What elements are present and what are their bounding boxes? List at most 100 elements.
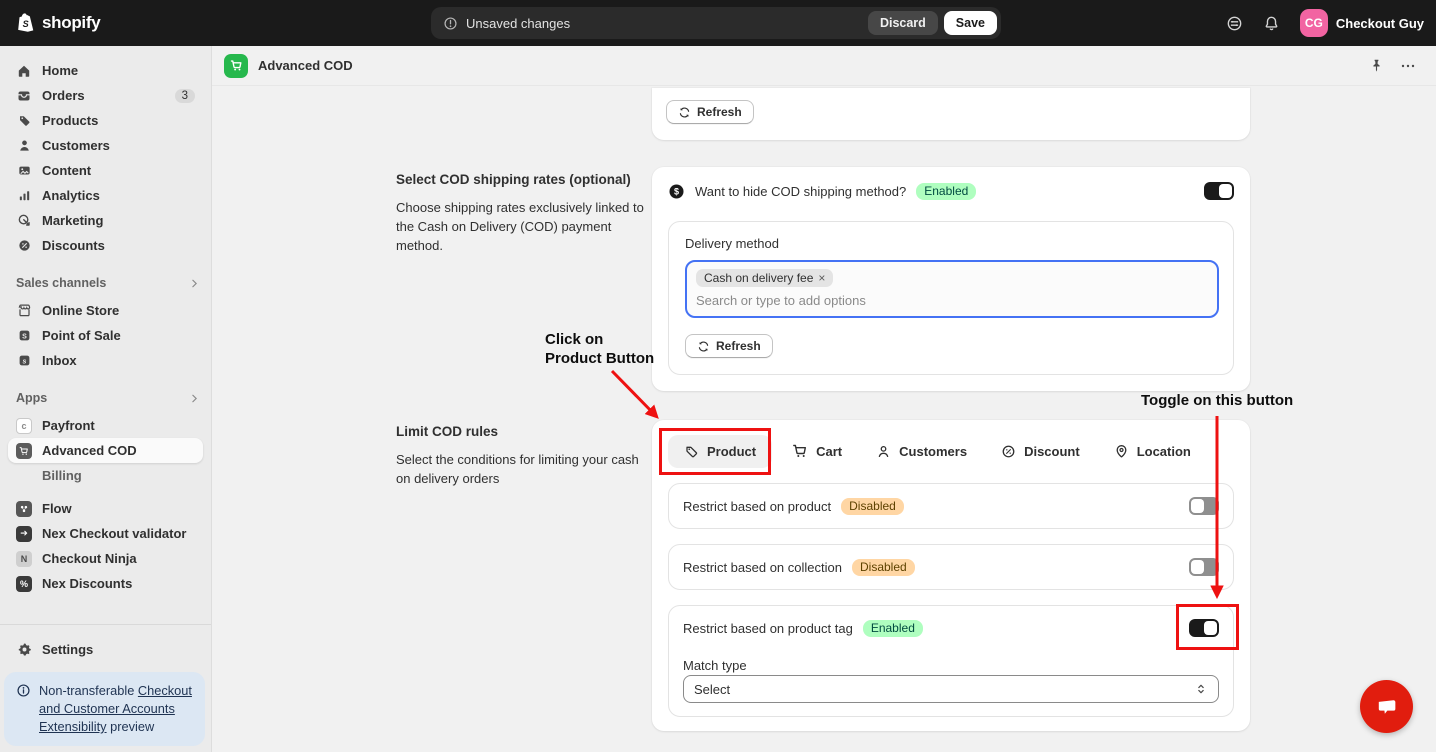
- tab-label: Location: [1137, 444, 1191, 459]
- sidebar-item-label: Advanced COD: [42, 443, 137, 458]
- chat-widget-button[interactable]: [1360, 680, 1413, 733]
- user-menu[interactable]: CG Checkout Guy: [1300, 9, 1424, 37]
- tab-label: Cart: [816, 444, 842, 459]
- sidebar-item-settings[interactable]: Settings: [8, 637, 203, 662]
- home-icon: [16, 63, 32, 79]
- pin-icon[interactable]: [1369, 58, 1384, 73]
- sidebar-item-orders[interactable]: Orders 3: [8, 83, 203, 108]
- unsaved-changes-banner: Unsaved changes Discard Save: [431, 7, 1001, 39]
- orders-count-badge: 3: [175, 89, 195, 103]
- tab-discount[interactable]: Discount: [987, 435, 1094, 468]
- sidebar-item-nex-checkout-validator[interactable]: ➔ Nex Checkout validator: [8, 521, 203, 546]
- hide-cod-question: Want to hide COD shipping method?: [695, 184, 906, 199]
- refresh-button-top[interactable]: Refresh: [666, 100, 754, 124]
- overflow-dots-icon[interactable]: [1400, 58, 1416, 74]
- restrict-product-tag-toggle[interactable]: [1189, 619, 1219, 637]
- sidebar-item-label: Content: [42, 163, 91, 178]
- refresh-label: Refresh: [697, 105, 742, 119]
- match-type-select[interactable]: Select: [683, 675, 1219, 703]
- tab-location[interactable]: Location: [1100, 435, 1205, 468]
- notice-prefix: Non-transferable: [39, 683, 134, 698]
- sidebar-item-label: Home: [42, 63, 78, 78]
- save-button[interactable]: Save: [944, 11, 997, 35]
- annotation-click-product: Click on Product Button: [545, 330, 654, 368]
- restrict-product-toggle[interactable]: [1189, 497, 1219, 515]
- sidebar-item-inbox[interactable]: s Inbox: [8, 348, 203, 373]
- nex-checkout-validator-app-icon: ➔: [16, 526, 32, 542]
- section-description: Choose shipping rates exclusively linked…: [396, 199, 656, 256]
- page-title: Advanced COD: [258, 58, 353, 73]
- tab-label: Customers: [899, 444, 967, 459]
- sidebar-item-point-of-sale[interactable]: S Point of Sale: [8, 323, 203, 348]
- tab-product[interactable]: Product: [668, 435, 772, 468]
- tab-label: Product: [707, 444, 756, 459]
- remove-option-icon[interactable]: ×: [818, 272, 825, 284]
- sidebar-item-home[interactable]: Home: [8, 58, 203, 83]
- tab-customers[interactable]: Customers: [862, 435, 981, 468]
- hide-cod-card: $ Want to hide COD shipping method? Enab…: [652, 167, 1250, 391]
- sidebar-item-discounts[interactable]: Discounts: [8, 233, 203, 258]
- hide-cod-toggle[interactable]: [1204, 182, 1234, 200]
- section-title: Apps: [16, 391, 47, 405]
- chevron-right-icon: [188, 277, 201, 290]
- tab-cart[interactable]: Cart: [778, 434, 856, 468]
- advanced-cod-header-icon: [224, 54, 248, 78]
- svg-text:s: s: [22, 358, 26, 365]
- sidebar-item-label: Online Store: [42, 303, 119, 318]
- shopify-logo[interactable]: S shopify: [16, 12, 100, 34]
- sidebar-item-label: Checkout Ninja: [42, 551, 137, 566]
- section-description: Select the conditions for limiting your …: [396, 451, 656, 489]
- tag-icon: [684, 444, 699, 459]
- sidebar-item-online-store[interactable]: Online Store: [8, 298, 203, 323]
- shopify-bag-icon: S: [16, 12, 36, 34]
- sidebar-item-label: Point of Sale: [42, 328, 121, 343]
- sidebar-item-label: Nex Checkout validator: [42, 526, 187, 541]
- sidebar-item-checkout-ninja[interactable]: N Checkout Ninja: [8, 546, 203, 571]
- shopify-wordmark: shopify: [42, 13, 100, 33]
- app-header: Advanced COD: [212, 46, 1436, 86]
- sidebar-item-flow[interactable]: Flow: [8, 496, 203, 521]
- input-placeholder: Search or type to add options: [696, 293, 1208, 308]
- rule-restrict-collection: Restrict based on collection Disabled: [668, 544, 1234, 590]
- up-down-chevrons-icon: [1194, 682, 1208, 696]
- money-icon: $: [668, 183, 685, 200]
- restrict-collection-toggle[interactable]: [1189, 558, 1219, 576]
- sidebar-item-nex-discounts[interactable]: % Nex Discounts: [8, 571, 203, 596]
- status-badge: Enabled: [863, 620, 923, 637]
- refresh-card: Refresh: [652, 88, 1250, 140]
- image-icon: [16, 163, 32, 178]
- refresh-button-delivery[interactable]: Refresh: [685, 334, 773, 358]
- sidebar-item-payfront[interactable]: c Payfront: [8, 413, 203, 438]
- delivery-method-label: Delivery method: [685, 236, 779, 251]
- sidebar-item-products[interactable]: Products: [8, 108, 203, 133]
- sidebar-item-label: Billing: [42, 468, 82, 483]
- annotation-arrow-product: [612, 371, 656, 416]
- sidebar-item-marketing[interactable]: Marketing: [8, 208, 203, 233]
- sidebar-item-advanced-cod[interactable]: Advanced COD: [8, 438, 203, 463]
- extensibility-notice: Non-transferable Checkout and Customer A…: [4, 672, 205, 746]
- checkout-ninja-app-icon: N: [16, 551, 32, 567]
- sidebar-item-analytics[interactable]: Analytics: [8, 183, 203, 208]
- sidebar-section-apps[interactable]: Apps: [16, 387, 201, 409]
- refresh-icon: [697, 340, 710, 353]
- sidebar-item-label: Inbox: [42, 353, 77, 368]
- person-icon: [16, 138, 32, 153]
- delivery-method-panel: Delivery method Cash on delivery fee × S…: [668, 221, 1234, 375]
- tag-icon: [16, 113, 32, 128]
- annotation-line: Product Button: [545, 349, 654, 368]
- store-status-icon[interactable]: [1226, 15, 1243, 32]
- orders-icon: [16, 88, 32, 104]
- match-type-label: Match type: [683, 658, 747, 673]
- notification-bell-icon[interactable]: [1263, 15, 1280, 32]
- rule-label: Restrict based on collection: [683, 560, 842, 575]
- sidebar-section-sales-channels[interactable]: Sales channels: [16, 272, 201, 294]
- delivery-method-input[interactable]: Cash on delivery fee × Search or type to…: [685, 260, 1219, 318]
- discard-button[interactable]: Discard: [868, 11, 938, 35]
- annotation-toggle-button: Toggle on this button: [1141, 391, 1293, 410]
- sidebar-item-billing[interactable]: Billing: [8, 463, 203, 488]
- status-badge: Disabled: [841, 498, 904, 515]
- svg-text:$: $: [674, 186, 679, 196]
- sidebar-item-customers[interactable]: Customers: [8, 133, 203, 158]
- sidebar-item-content[interactable]: Content: [8, 158, 203, 183]
- person-icon: [876, 444, 891, 459]
